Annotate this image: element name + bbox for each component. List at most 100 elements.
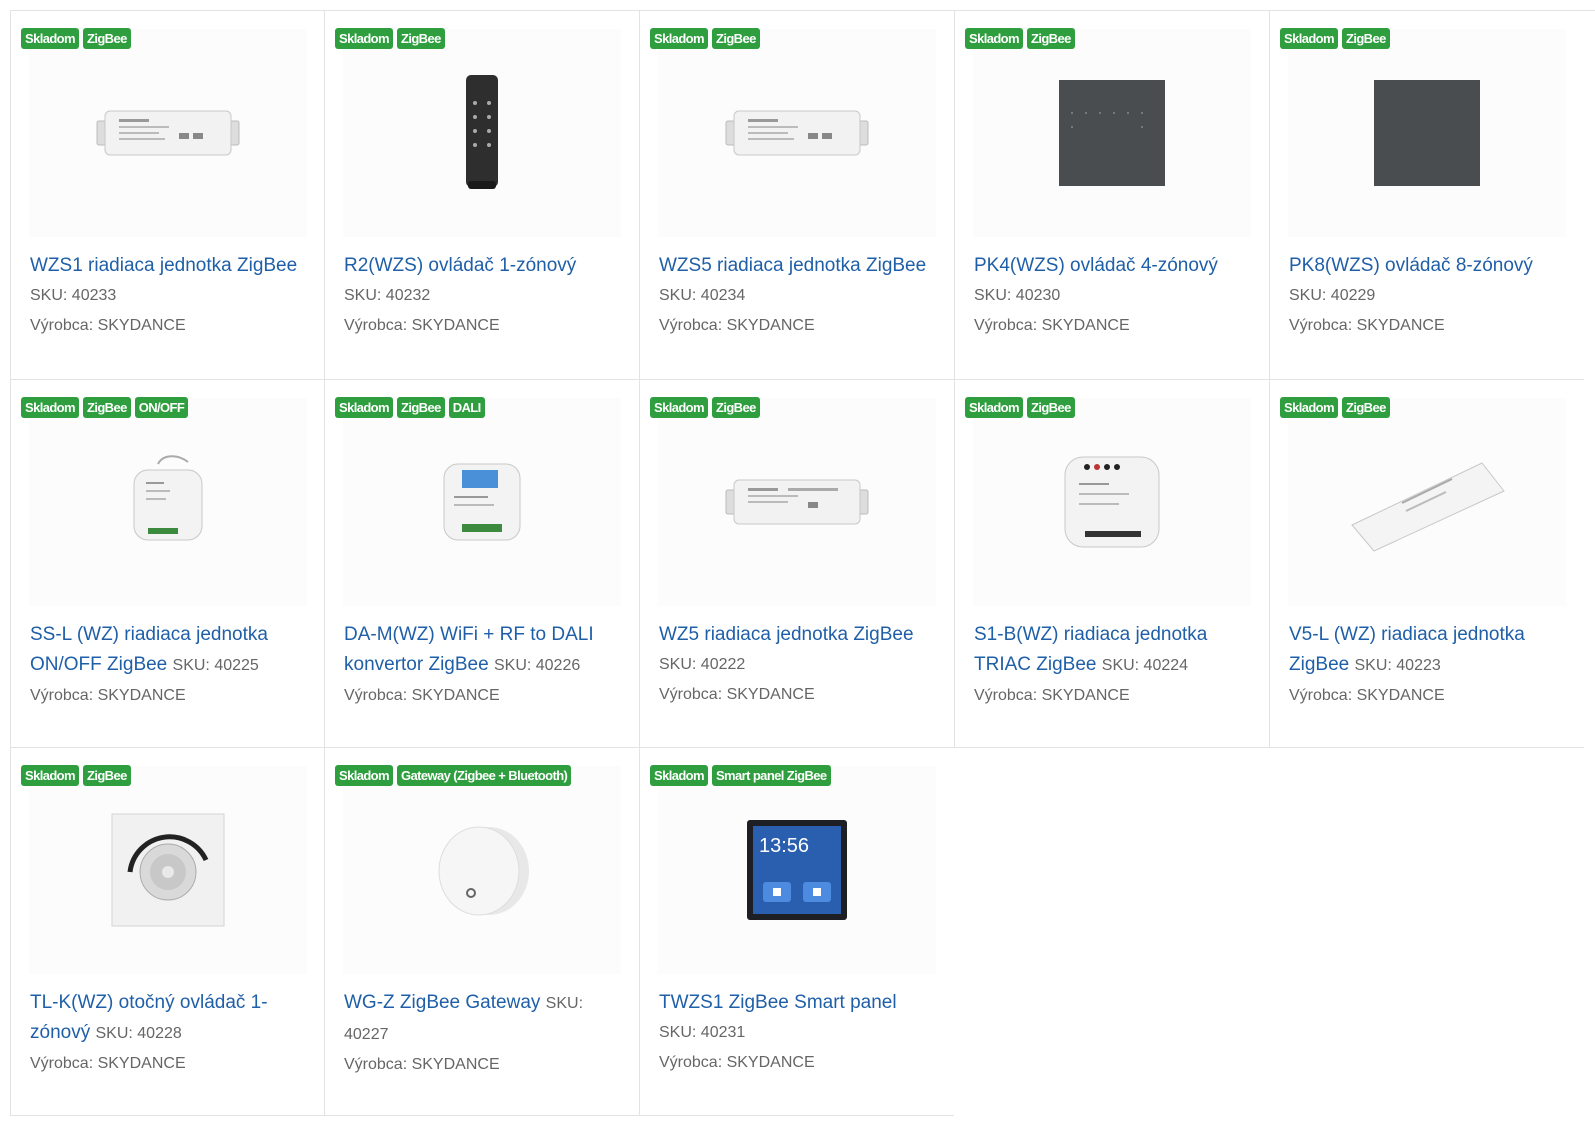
product-title-link[interactable]: PK4(WZS) ovládač 4-zónový: [974, 251, 1261, 281]
product-image[interactable]: [658, 29, 936, 237]
product-card[interactable]: Skladom Smart panel ZigBee 13:56 TWZS1 Z…: [639, 748, 954, 1116]
product-title-link[interactable]: TWZS1 ZigBee Smart panel: [659, 988, 946, 1018]
product-title-link[interactable]: TL-K(WZ) otočný ovládač 1-zónový SKU: 40…: [30, 988, 316, 1049]
product-image[interactable]: [658, 398, 936, 606]
category-badge: ZigBee: [82, 765, 131, 786]
triac-module-icon: [1064, 456, 1160, 548]
dali-module-icon: [443, 463, 521, 541]
product-card[interactable]: Skladom ZigBee WZS5 riadiaca jednotka Zi…: [639, 11, 954, 380]
badge-group: Skladom ZigBee: [1280, 397, 1390, 418]
badge-group: Skladom ZigBee: [965, 397, 1075, 418]
stock-badge: Skladom: [21, 397, 79, 418]
product-card[interactable]: Skladom ZigBee V5-L (WZ) riadiaca jednot…: [1269, 380, 1584, 748]
product-title-link[interactable]: WZS1 riadiaca jednotka ZigBee: [30, 251, 316, 281]
product-title-link[interactable]: DA-M(WZ) WiFi + RF to DALI konvertor Zig…: [344, 620, 631, 681]
product-card[interactable]: Skladom ZigBee DALI DA-M(WZ) WiFi + RF t…: [324, 380, 639, 748]
product-title-link[interactable]: S1-B(WZ) riadiaca jednotka TRIAC ZigBee …: [974, 620, 1261, 681]
product-maker: Výrobca: SKYDANCE: [344, 1056, 500, 1073]
product-card[interactable]: Skladom ZigBee PK8(WZS) ovládač 8-zónový…: [1269, 11, 1584, 380]
product-maker: Výrobca: SKYDANCE: [1289, 687, 1445, 704]
wall-panel-icon: [1059, 80, 1165, 186]
product-card[interactable]: Skladom ZigBee PK4(WZS) ovládač 4-zónový…: [954, 11, 1269, 380]
product-sku: SKU: 40234: [659, 287, 746, 304]
round-module-icon: [133, 455, 203, 541]
product-card[interactable]: Skladom Gateway (Zigbee + Bluetooth) WG-…: [324, 748, 639, 1116]
category-badge: ZigBee: [711, 28, 760, 49]
stock-badge: Skladom: [335, 28, 393, 49]
product-image[interactable]: [29, 766, 307, 974]
stock-badge: Skladom: [650, 397, 708, 418]
product-card[interactable]: Skladom ZigBee S1-B(WZ) riadiaca jednotk…: [954, 380, 1269, 748]
badge-group: Skladom ZigBee: [335, 28, 445, 49]
product-title-link[interactable]: WZ5 riadiaca jednotka ZigBee: [659, 620, 946, 650]
product-title-link[interactable]: WG-Z ZigBee Gateway SKU: 40227: [344, 988, 631, 1050]
product-sku: SKU: 40233: [30, 287, 117, 304]
category-badge: ZigBee: [1026, 28, 1075, 49]
product-image[interactable]: [343, 766, 621, 974]
product-image[interactable]: [343, 398, 621, 606]
product-maker: Výrobca: SKYDANCE: [974, 687, 1130, 704]
controller-box-icon: [725, 479, 869, 525]
stock-badge: Skladom: [1280, 28, 1338, 49]
product-image[interactable]: [1288, 29, 1566, 237]
badge-group: Skladom ZigBee: [650, 397, 760, 418]
product-image[interactable]: [1288, 398, 1566, 606]
product-title-text[interactable]: WG-Z ZigBee Gateway: [344, 992, 540, 1013]
empty-cell: [1269, 748, 1584, 1116]
product-sku: SKU: 40223: [1354, 657, 1441, 674]
product-image[interactable]: [343, 29, 621, 237]
gateway-icon: [438, 826, 529, 916]
badge-group: Skladom Smart panel ZigBee: [650, 765, 831, 786]
product-image[interactable]: [29, 398, 307, 606]
product-card[interactable]: Skladom ZigBee ON/OFF SS-L (WZ) riadiaca…: [10, 380, 324, 748]
category-badge: ZigBee: [1341, 397, 1390, 418]
product-maker: Výrobca: SKYDANCE: [659, 317, 815, 334]
smart-panel-icon: 13:56: [747, 820, 847, 920]
category-badge: DALI: [448, 397, 485, 418]
product-maker: Výrobca: SKYDANCE: [30, 1055, 186, 1072]
product-title-link[interactable]: R2(WZS) ovládač 1-zónový: [344, 251, 631, 281]
product-maker: Výrobca: SKYDANCE: [30, 687, 186, 704]
stock-badge: Skladom: [650, 28, 708, 49]
product-grid: Skladom ZigBee WZS1 riadiaca jednotka Zi…: [10, 10, 1595, 1116]
product-title-link[interactable]: PK8(WZS) ovládač 8-zónový: [1289, 251, 1576, 281]
controller-box-icon: [96, 110, 240, 156]
product-sku: SKU: 40226: [493, 657, 581, 674]
stock-badge: Skladom: [965, 28, 1023, 49]
stock-badge: Skladom: [335, 397, 393, 418]
controller-box-icon: [725, 110, 869, 156]
category-badge: Gateway (Zigbee + Bluetooth): [396, 765, 572, 786]
empty-cell: [954, 748, 1269, 1116]
stock-badge: Skladom: [21, 28, 79, 49]
product-image[interactable]: [973, 398, 1251, 606]
badge-group: Skladom ZigBee: [965, 28, 1075, 49]
rotary-dimmer-icon: [111, 813, 225, 927]
product-sku: SKU: 40228: [95, 1025, 182, 1042]
product-maker: Výrobca: SKYDANCE: [344, 317, 500, 334]
stock-badge: Skladom: [965, 397, 1023, 418]
product-image[interactable]: 13:56: [658, 766, 936, 974]
badge-group: Skladom ZigBee DALI: [335, 397, 485, 418]
product-maker: Výrobca: SKYDANCE: [974, 317, 1130, 334]
category-badge: ZigBee: [1341, 28, 1390, 49]
product-sku: SKU: 40222: [659, 656, 746, 673]
product-title-link[interactable]: SS-L (WZ) riadiaca jednotka ON/OFF ZigBe…: [30, 620, 316, 681]
product-title-link[interactable]: V5-L (WZ) riadiaca jednotka ZigBee SKU: …: [1289, 620, 1576, 681]
slim-driver-icon: [1351, 462, 1505, 552]
product-image[interactable]: [29, 29, 307, 237]
stock-badge: Skladom: [1280, 397, 1338, 418]
product-maker: Výrobca: SKYDANCE: [344, 687, 500, 704]
category-badge: ZigBee: [396, 397, 445, 418]
product-image[interactable]: [973, 29, 1251, 237]
product-card[interactable]: Skladom ZigBee TL-K(WZ) otočný ovládač 1…: [10, 748, 324, 1116]
product-title-link[interactable]: WZS5 riadiaca jednotka ZigBee: [659, 251, 946, 281]
product-sku: SKU: 40231: [659, 1024, 746, 1041]
product-maker: Výrobca: SKYDANCE: [659, 1054, 815, 1071]
product-card[interactable]: Skladom ZigBee WZS1 riadiaca jednotka Zi…: [10, 11, 324, 380]
badge-group: Skladom ZigBee: [21, 28, 131, 49]
product-card[interactable]: Skladom ZigBee WZ5 riadiaca jednotka Zig…: [639, 380, 954, 748]
product-card[interactable]: Skladom ZigBee R2(WZS) ovládač 1-zónový …: [324, 11, 639, 380]
product-maker: Výrobca: SKYDANCE: [30, 317, 186, 334]
badge-group: Skladom ZigBee ON/OFF: [21, 397, 189, 418]
category-badge: ZigBee: [82, 28, 131, 49]
